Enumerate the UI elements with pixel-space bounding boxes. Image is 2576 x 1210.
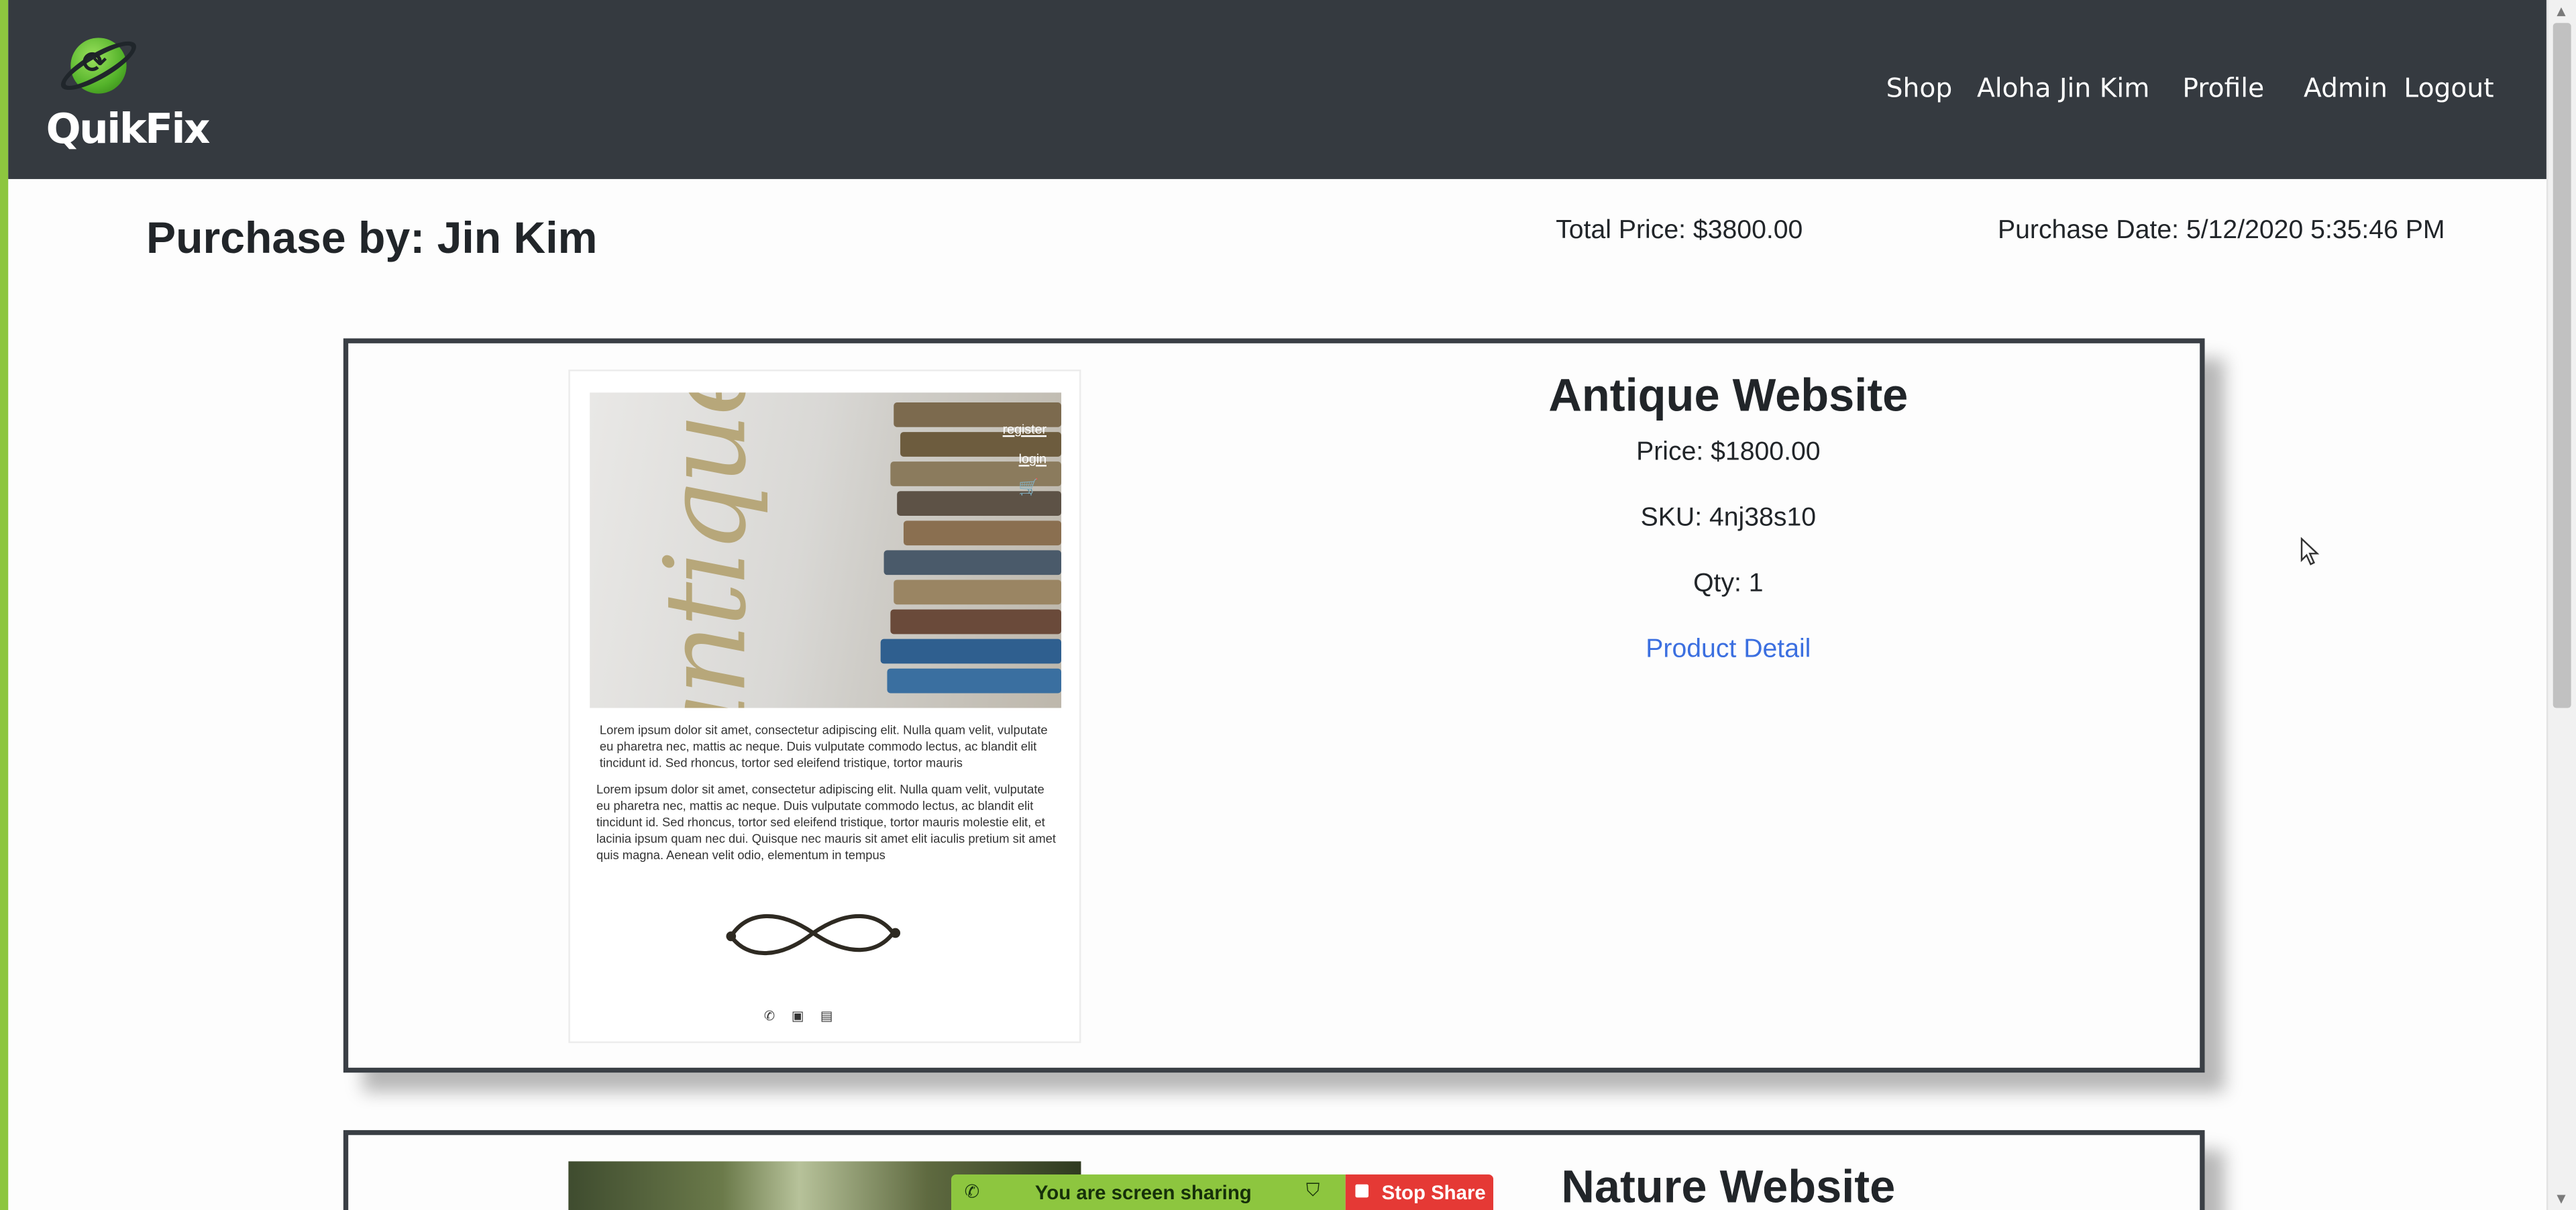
thumbnail-paragraph-2: Lorem ipsum dolor sit amet, consectetur … [596, 781, 1056, 863]
logo-refresh-icon: ⟳ [82, 46, 107, 81]
vertical-scrollbar[interactable]: ▲ ▼ [2546, 0, 2576, 1210]
purchase-date: Purchase Date: 5/12/2020 5:35:46 PM [1997, 217, 2445, 245]
nav-shop[interactable]: Shop [1878, 72, 1960, 104]
thumbnail-login-link: login [1018, 451, 1047, 467]
purchase-item-card: antique register login 🛒 Lorem ipsum dol… [343, 338, 2205, 1073]
scroll-up-icon[interactable]: ▲ [2553, 5, 2569, 18]
shield-icon: ⛉ [1305, 1180, 1320, 1201]
thumbnail-paragraph-1: Lorem ipsum dolor sit amet, consectetur … [599, 722, 1048, 771]
nav-profile[interactable]: Profile [2174, 72, 2272, 104]
product-details: Antique Website Price: $1800.00 SKU: 4nj… [1482, 370, 1975, 665]
chat-icon: ▤ [820, 1008, 833, 1024]
phone-icon: ✆ [763, 1008, 775, 1024]
stop-icon [1355, 1184, 1369, 1198]
ornament-flourish-icon [726, 914, 901, 956]
screen-share-bar: ✆ You are screen sharing ⛉ Stop Share [951, 1174, 1494, 1210]
stop-share-label: Stop Share [1381, 1180, 1486, 1205]
product-detail-link[interactable]: Product Detail [1646, 636, 1811, 664]
nav-logout[interactable]: Logout [2396, 72, 2502, 104]
phone-icon: ✆ [964, 1182, 980, 1203]
logo-wordmark: QuikFix [46, 105, 211, 153]
screen-share-status: ✆ You are screen sharing ⛉ [951, 1174, 1346, 1210]
product-price: Price: $1800.00 [1636, 438, 1821, 467]
product-qty: Qty: 1 [1693, 569, 1764, 598]
product-sku: SKU: 4nj38s10 [1640, 504, 1817, 533]
thumbnail-hero-word: antique [642, 392, 773, 708]
mouse-cursor-icon [2300, 537, 2320, 565]
cart-icon: 🛒 [1018, 480, 1039, 498]
product-thumbnail: antique register login 🛒 Lorem ipsum dol… [568, 370, 1081, 1044]
scroll-down-icon[interactable]: ▼ [2553, 1193, 2569, 1206]
thumbnail-hero-image: antique register login 🛒 [590, 392, 1062, 708]
thumbnail-contact-icons: ✆ ▣ ▤ [764, 1009, 833, 1024]
top-navbar: ⟳ QuikFix Shop Aloha Jin Kim Profile Adm… [8, 0, 2546, 179]
quikfix-logo[interactable]: ⟳ QuikFix [46, 33, 211, 164]
book-stack-image [880, 392, 1062, 708]
thumbnail-register-link: register [1002, 422, 1047, 437]
page-title: Purchase by: Jin Kim [146, 213, 598, 263]
total-price: Total Price: $3800.00 [1556, 217, 1803, 245]
nav-user-greeting[interactable]: Aloha Jin Kim [1969, 72, 2158, 104]
nav-links: Shop Aloha Jin Kim Profile Admin Logout [1870, 72, 2502, 104]
product-name: Antique Website [1548, 370, 1909, 421]
screen-share-status-text: You are screen sharing [1034, 1180, 1252, 1205]
scrollbar-thumb[interactable] [2553, 23, 2571, 708]
stop-share-button[interactable]: Stop Share [1345, 1174, 1494, 1210]
product-name: Nature Website [1561, 1161, 1896, 1210]
message-icon: ▣ [791, 1008, 804, 1024]
nav-admin[interactable]: Admin [2296, 72, 2396, 104]
browser-viewport: ⟳ QuikFix Shop Aloha Jin Kim Profile Adm… [0, 0, 2576, 1210]
purchase-header: Purchase by: Jin Kim Total Price: $3800.… [0, 179, 2546, 327]
